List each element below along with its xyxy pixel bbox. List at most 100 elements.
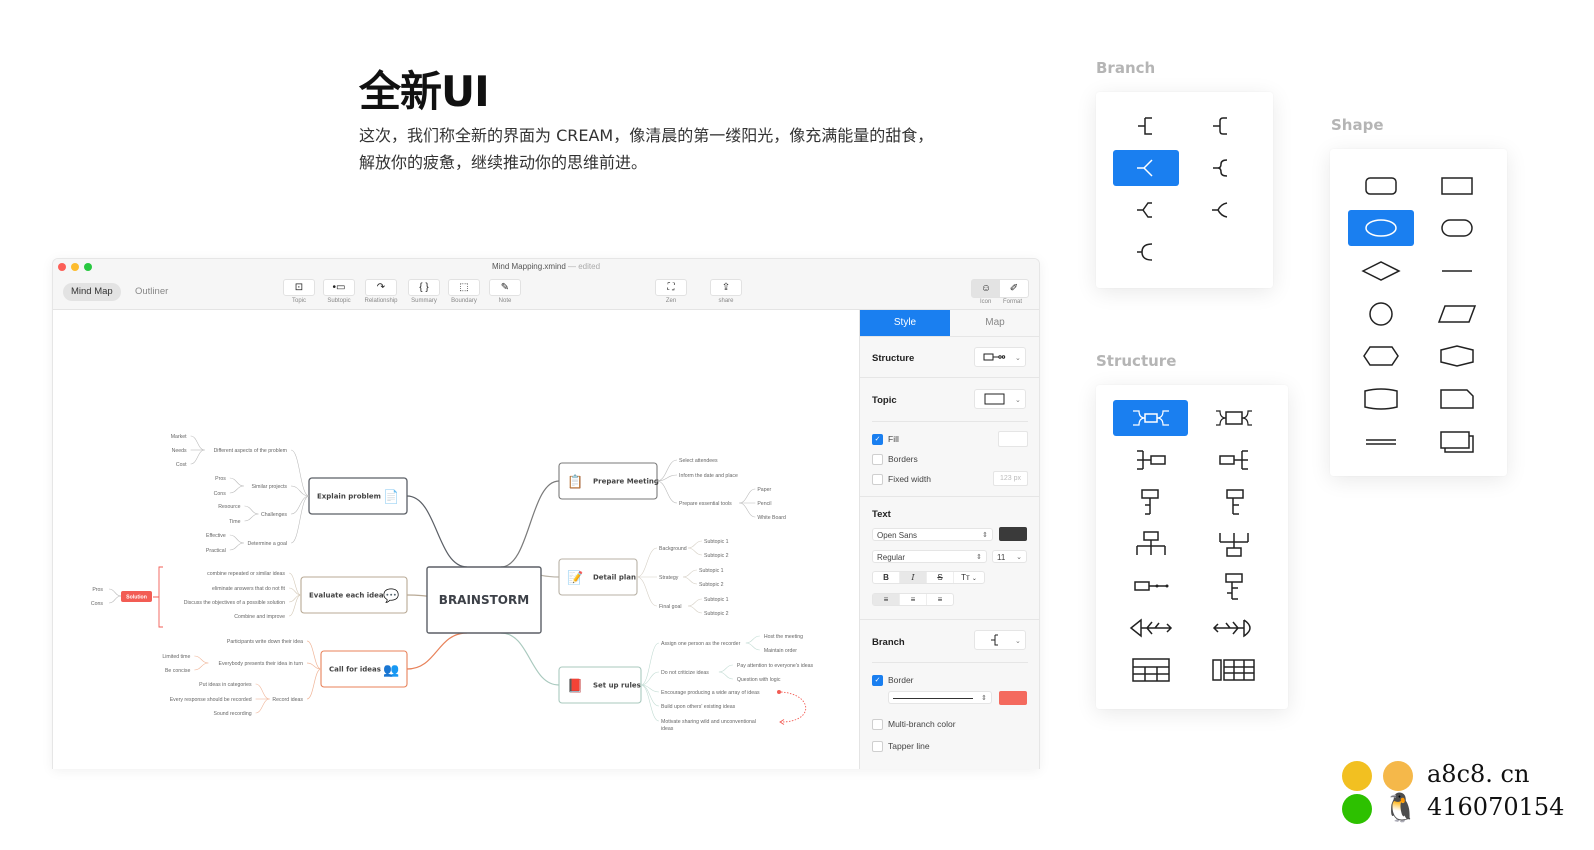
subtopic-label[interactable]: Strategy xyxy=(659,575,679,581)
subtopic-label[interactable]: Host the meeting xyxy=(764,634,803,640)
subtopic-label[interactable]: Cons xyxy=(91,601,104,607)
subtopic-label[interactable]: eliminate answers that do not fit xyxy=(212,586,286,592)
multi-branch-color-checkbox[interactable] xyxy=(872,719,883,730)
topic-icon[interactable]: 📄 xyxy=(383,489,399,504)
note-button[interactable]: ✎ Note xyxy=(489,279,521,304)
main-topic-label[interactable]: Detail plan xyxy=(593,574,636,582)
structure-option[interactable] xyxy=(1113,652,1188,688)
zen-button[interactable]: ⛶ Zen xyxy=(655,279,687,304)
subtopic-label[interactable]: Combine and improve xyxy=(234,614,285,620)
structure-option[interactable] xyxy=(1196,526,1271,562)
topic-icon[interactable]: 📝 xyxy=(567,570,583,585)
structure-option[interactable] xyxy=(1196,442,1271,478)
branch-option[interactable] xyxy=(1113,234,1179,270)
align-right-button[interactable]: ≡ xyxy=(927,594,953,605)
shape-option[interactable] xyxy=(1424,253,1490,289)
topic-icon[interactable]: 👥 xyxy=(383,662,399,677)
subtopic-label[interactable]: ideas xyxy=(661,726,674,732)
subtopic-label[interactable]: Record ideas xyxy=(272,697,303,703)
subtopic-label[interactable]: Background xyxy=(659,546,687,552)
subtopic-label[interactable]: Inform the date and place xyxy=(679,473,738,479)
fixed-width-checkbox[interactable] xyxy=(872,474,883,485)
subtopic-label[interactable]: Resource xyxy=(218,504,240,510)
branch-option[interactable] xyxy=(1113,192,1179,228)
subtopic-label[interactable]: Build upon others' existing ideas xyxy=(661,704,736,710)
font-weight-select[interactable]: Regular ⇕ xyxy=(872,550,987,563)
align-center-button[interactable]: ≡ xyxy=(900,594,927,605)
subtopic-label[interactable]: Every response should be recorded xyxy=(170,697,252,703)
share-button[interactable]: ⇪ share xyxy=(710,279,742,304)
summary-button[interactable]: { } Summary xyxy=(408,279,440,304)
boundary-button[interactable]: ⬚ Boundary xyxy=(448,279,480,304)
subtopic-label[interactable]: Pay attention to everyone's ideas xyxy=(737,663,814,669)
shape-option[interactable] xyxy=(1348,168,1414,204)
border-checkbox[interactable]: ✓ xyxy=(872,675,883,686)
subtopic-label[interactable]: Maintain order xyxy=(764,648,797,654)
subtopic-label[interactable]: Encourage producing a wide array of idea… xyxy=(661,690,760,696)
fill-color-swatch[interactable] xyxy=(998,431,1028,447)
branch-style-dropdown[interactable]: ⌄ xyxy=(974,630,1026,650)
relationship-button[interactable]: ↷ Relationship xyxy=(364,279,398,304)
branch-option[interactable] xyxy=(1188,108,1254,144)
shape-option[interactable] xyxy=(1424,381,1490,417)
subtopic-label[interactable]: Effective xyxy=(206,533,226,539)
subtopic-label[interactable]: Be concise xyxy=(165,668,190,674)
topic-icon[interactable]: 📕 xyxy=(567,678,583,693)
fixed-width-input[interactable]: 123 px xyxy=(993,471,1028,486)
subtopic-label[interactable]: Similar projects xyxy=(252,484,288,490)
topic-icon[interactable]: 📋 xyxy=(567,474,583,489)
topic-icon[interactable]: 💬 xyxy=(383,588,399,603)
subtopic-label[interactable]: Do not criticize ideas xyxy=(661,670,709,676)
border-line-style-select[interactable]: ⇕ xyxy=(888,691,992,704)
structure-option[interactable] xyxy=(1196,652,1271,688)
main-topic-label[interactable]: Call for ideas xyxy=(329,666,381,674)
subtopic-label[interactable]: Motivate sharing wild and unconventional xyxy=(661,719,756,725)
shape-option[interactable] xyxy=(1348,296,1414,332)
main-topic-label[interactable]: Set up rules xyxy=(593,682,641,690)
subtopic-label[interactable]: Needs xyxy=(172,448,187,454)
subtopic-label[interactable]: Select attendees xyxy=(679,458,718,464)
subtopic-label[interactable]: Question with logic xyxy=(737,677,781,683)
shape-option[interactable] xyxy=(1348,381,1414,417)
tab-style[interactable]: Style xyxy=(860,310,950,336)
shape-option[interactable] xyxy=(1348,253,1414,289)
subtopic-label[interactable]: Paper xyxy=(757,487,771,493)
shape-option[interactable] xyxy=(1424,338,1490,374)
subtopic-label[interactable]: Assign one person as the recorder xyxy=(661,641,741,647)
structure-dropdown[interactable]: ⌄ xyxy=(974,347,1026,367)
subtopic-label[interactable]: Pencil xyxy=(757,501,771,507)
format-toggle-button[interactable]: ✐ xyxy=(1000,280,1028,297)
structure-option[interactable] xyxy=(1196,568,1271,604)
branch-option[interactable] xyxy=(1113,108,1179,144)
branch-option-selected[interactable] xyxy=(1113,150,1179,186)
main-topic-node[interactable]: Call for ideas 👥 xyxy=(320,650,408,688)
subtopic-label[interactable]: Determine a goal xyxy=(247,541,287,547)
main-topic-label[interactable]: Evaluate each idea xyxy=(309,592,384,600)
topic-shape-dropdown[interactable]: ⌄ xyxy=(974,389,1026,409)
tapper-line-checkbox[interactable] xyxy=(872,741,883,752)
main-topic-label[interactable]: Explain problem xyxy=(317,493,381,501)
strikethrough-button[interactable]: S xyxy=(927,572,954,583)
subtopic-label[interactable]: Prepare essential tools xyxy=(679,501,732,507)
align-left-button[interactable]: ≡ xyxy=(873,594,900,605)
subtopic-label[interactable]: Limited time xyxy=(162,654,190,660)
text-color-swatch[interactable] xyxy=(999,527,1027,541)
shape-option[interactable] xyxy=(1424,424,1490,460)
shape-option[interactable] xyxy=(1424,296,1490,332)
main-topic-node[interactable]: Explain problem 📄 xyxy=(308,477,408,515)
italic-button[interactable]: I xyxy=(900,572,927,583)
subtopic-label[interactable]: Everybody presents their idea in turn xyxy=(219,661,304,667)
shape-option[interactable] xyxy=(1348,424,1414,460)
tab-outliner[interactable]: Outliner xyxy=(127,283,176,301)
structure-option[interactable] xyxy=(1113,442,1188,478)
structure-option-selected[interactable] xyxy=(1113,400,1188,436)
tab-map[interactable]: Map xyxy=(950,310,1039,336)
main-topic-node[interactable]: Evaluate each idea 💬 xyxy=(300,576,408,614)
subtopic-label[interactable]: Time xyxy=(229,519,240,525)
main-topic-node[interactable]: Set up rules 📕 xyxy=(558,666,642,704)
subtopic-label[interactable]: Subtopic 2 xyxy=(704,553,729,559)
subtopic-label[interactable]: Cons xyxy=(214,491,227,497)
subtopic-label[interactable]: Subtopic 1 xyxy=(704,539,729,545)
structure-option[interactable] xyxy=(1113,568,1188,604)
subtopic-label[interactable]: Final goal xyxy=(659,604,682,610)
